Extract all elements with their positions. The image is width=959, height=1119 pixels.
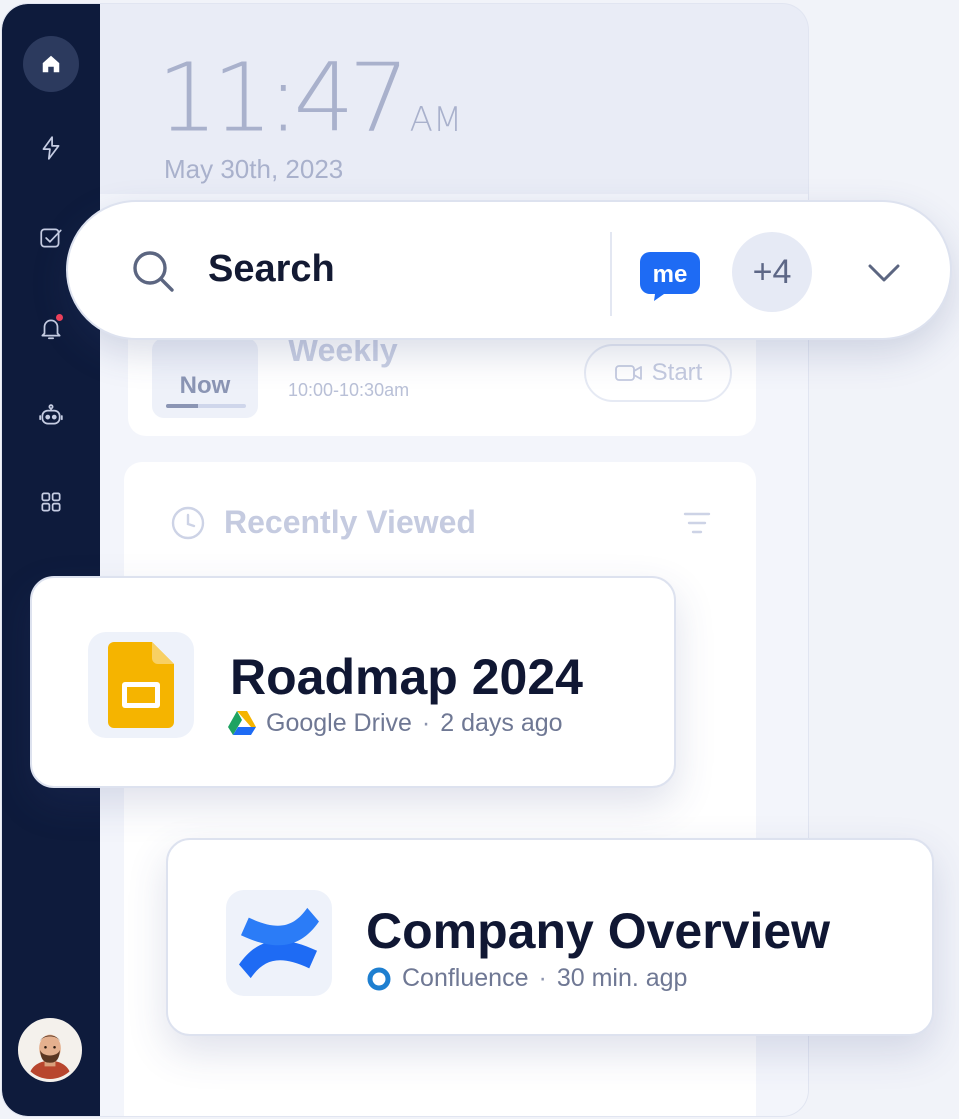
- lightning-icon: [42, 136, 60, 160]
- chevron-down-icon[interactable]: [864, 258, 904, 288]
- me-chat-icon[interactable]: me: [638, 250, 702, 302]
- clock-icon: [171, 506, 205, 539]
- clock-date: May 30th, 2023: [164, 154, 344, 184]
- sidebar: [2, 4, 100, 1116]
- search-bar[interactable]: Search me +4: [66, 200, 952, 340]
- google-slides-icon: [108, 642, 174, 728]
- me-badge-text: me: [653, 261, 688, 288]
- sidebar-item-assistant[interactable]: [31, 396, 71, 436]
- recently-viewed-title: Recently Viewed: [224, 504, 476, 540]
- sidebar-item-home[interactable]: [23, 36, 79, 92]
- file-title: Roadmap 2024: [230, 649, 583, 705]
- file-card-company-overview[interactable]: Company Overview Confluence · 30 min. ag…: [166, 838, 934, 1036]
- file-source: Confluence: [402, 964, 529, 992]
- recently-viewed-header: Recently Viewed: [170, 504, 476, 541]
- clock: 11:47 AM: [157, 50, 462, 146]
- file-meta: Google Drive · 2 days ago: [228, 709, 563, 738]
- now-tab[interactable]: Now: [152, 338, 258, 418]
- checkbox-icon: [40, 228, 62, 248]
- file-source: Google Drive: [266, 709, 412, 737]
- video-camera-icon: [614, 365, 642, 381]
- participants-count[interactable]: +4: [732, 232, 812, 312]
- meeting-progress-bar: [166, 404, 246, 408]
- stage: Now Weekly 10:00-10:30am Start Recently …: [0, 0, 959, 1119]
- notification-dot: [56, 314, 63, 321]
- file-meta: Confluence · 30 min. agp: [366, 964, 687, 993]
- robot-icon: [39, 404, 63, 425]
- meta-separator: ·: [538, 964, 547, 992]
- file-time: 2 days ago: [440, 709, 563, 737]
- confluence-icon: [239, 907, 319, 979]
- apps-grid-icon: [41, 492, 61, 512]
- file-card-roadmap[interactable]: Roadmap 2024 Google Drive · 2 days ago: [30, 576, 676, 788]
- meeting-progress-fill: [166, 404, 198, 408]
- search-divider: [610, 232, 612, 316]
- file-title: Company Overview: [366, 903, 831, 959]
- confluence-ring-icon: [367, 967, 391, 990]
- google-drive-icon: [228, 711, 256, 735]
- avatar-icon: [21, 1021, 79, 1079]
- start-meeting-button[interactable]: Start: [584, 344, 732, 402]
- file-time: 30 min. agp: [556, 964, 688, 992]
- user-avatar[interactable]: [18, 1018, 82, 1082]
- home-icon: [42, 55, 60, 73]
- start-label: Start: [651, 359, 703, 386]
- search-icon: [133, 251, 174, 292]
- now-label: Now: [179, 372, 231, 399]
- sidebar-item-apps[interactable]: [31, 482, 71, 522]
- meeting-time: 10:00-10:30am: [288, 380, 410, 400]
- clock-time: 11:47: [157, 43, 410, 153]
- filter-icon[interactable]: [682, 510, 712, 536]
- sidebar-item-lightning[interactable]: [31, 128, 71, 168]
- file-icon-box: [88, 632, 194, 738]
- meta-separator: ·: [421, 709, 431, 737]
- file-icon-box: [226, 890, 332, 996]
- search-input[interactable]: Search: [208, 248, 335, 291]
- sidebar-item-tasks[interactable]: [31, 218, 71, 258]
- clock-ampm: AM: [409, 100, 463, 140]
- sidebar-item-notifications[interactable]: [31, 308, 71, 348]
